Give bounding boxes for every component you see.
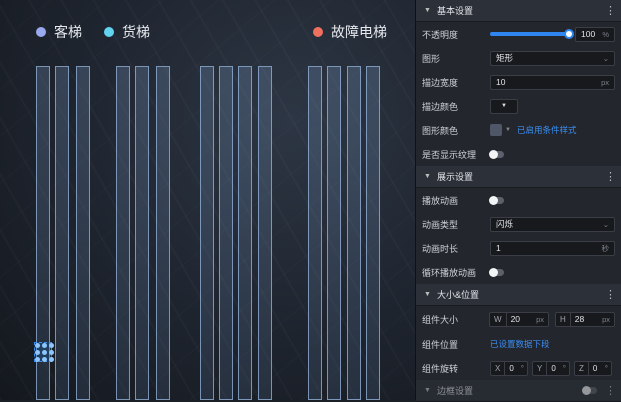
anim-type-row: 动画类型 闪烁 ⌄ — [416, 212, 621, 236]
chevron-down-icon: ⌄ — [602, 53, 609, 63]
legend-label: 故障电梯 — [331, 25, 387, 41]
anim-duration-input[interactable]: 1秒 — [490, 240, 615, 256]
elevator-shaft-bar[interactable] — [55, 66, 69, 400]
border-toggle[interactable] — [582, 386, 597, 395]
more-options-icon[interactable]: ⋮ — [605, 4, 616, 17]
shape-label: 图形 — [422, 53, 441, 64]
size-row: 组件大小 W 20 px H 28 px — [416, 306, 621, 332]
caret-down-icon: ▼ — [501, 103, 507, 109]
elevator-shaft-bar[interactable] — [347, 66, 361, 400]
rotation-row: 组件旋转 X 0 ° Y 0 ° Z 0 ° — [416, 356, 621, 380]
elevator-shaft-bar[interactable] — [200, 66, 214, 400]
preview-canvas: 客梯 货梯 故障电梯 — [0, 0, 415, 400]
stroke-color-row: 描边颜色 ▼ — [416, 94, 621, 118]
data-position-link[interactable]: 已设置数据下段 — [490, 338, 550, 350]
fill-color-label: 图形颜色 — [422, 125, 459, 136]
stroke-color-picker[interactable]: ▼ — [490, 98, 518, 114]
texture-toggle[interactable] — [489, 149, 504, 159]
size-label: 组件大小 — [422, 314, 459, 325]
slider-knob[interactable] — [564, 29, 574, 39]
anim-duration-label: 动画时长 — [422, 243, 459, 254]
section-title: 基本设置 — [436, 6, 473, 16]
animate-row: 播放动画 — [416, 188, 621, 212]
elevator-shaft-bar[interactable] — [135, 66, 149, 400]
collapse-triangle-icon[interactable]: ▼ — [424, 7, 431, 14]
section-title: 边框设置 — [436, 386, 473, 396]
caret-down-icon: ▼ — [505, 127, 511, 133]
height-input[interactable]: H 28 px — [555, 311, 615, 327]
width-input[interactable]: W 20 px — [489, 311, 549, 327]
legend-label: 货梯 — [122, 25, 150, 41]
legend-item-passenger: 客梯 — [36, 22, 82, 42]
animate-label: 播放动画 — [422, 195, 459, 206]
section-header-display[interactable]: ▼ 展示设置 ⋮ — [416, 166, 621, 188]
loop-row: 循环播放动画 — [416, 260, 621, 284]
property-panel: ▼ 基本设置 ⋮ 不透明度 100% 图形 矩形 ⌄ 描边宽度 10 px 描边… — [415, 0, 621, 402]
legend-label: 客梯 — [54, 25, 82, 41]
elevator-shaft-bar[interactable] — [327, 66, 341, 400]
collapse-triangle-icon[interactable]: ▼ — [424, 387, 431, 394]
section-header-border[interactable]: ▼ 边框设置 ⋮ — [416, 380, 621, 402]
section-title: 展示设置 — [436, 172, 473, 182]
elevator-shaft-bar[interactable] — [258, 66, 272, 400]
legend-dot-icon — [36, 27, 46, 37]
elevator-shaft-bar[interactable] — [366, 66, 380, 400]
rotation-x-input[interactable]: X 0 ° — [490, 360, 528, 376]
collapse-triangle-icon[interactable]: ▼ — [424, 291, 431, 298]
color-swatch — [490, 124, 502, 136]
more-options-icon[interactable]: ⋮ — [605, 384, 616, 397]
elevator-shaft-bar[interactable] — [308, 66, 322, 400]
position-label: 组件位置 — [422, 339, 459, 350]
fill-color-picker[interactable]: ▼ — [490, 124, 511, 136]
elevator-shaft-bar[interactable] — [219, 66, 233, 400]
legend-dot-icon — [313, 27, 323, 37]
more-options-icon[interactable]: ⋮ — [605, 170, 616, 183]
anim-duration-row: 动画时长 1秒 — [416, 236, 621, 260]
stroke-color-label: 描边颜色 — [422, 101, 459, 112]
rotation-label: 组件旋转 — [422, 363, 459, 374]
animate-toggle[interactable] — [489, 195, 504, 205]
anim-type-select[interactable]: 闪烁 ⌄ — [490, 216, 615, 232]
section-header-basic[interactable]: ▼ 基本设置 ⋮ — [416, 0, 621, 22]
position-row: 组件位置 已设置数据下段 — [416, 332, 621, 356]
stroke-width-input[interactable]: 10 px — [490, 74, 615, 90]
legend-item-freight: 货梯 — [104, 22, 150, 42]
shape-select[interactable]: 矩形 ⌄ — [490, 50, 615, 66]
elevator-shaft-bar[interactable] — [156, 66, 170, 400]
stroke-width-label: 描边宽度 — [422, 77, 459, 88]
selected-component-handle[interactable] — [34, 342, 54, 362]
rotation-y-input[interactable]: Y 0 ° — [532, 360, 570, 376]
anim-type-label: 动画类型 — [422, 219, 459, 230]
loop-toggle[interactable] — [489, 267, 504, 277]
rotation-z-input[interactable]: Z 0 ° — [574, 360, 612, 376]
collapse-triangle-icon[interactable]: ▼ — [424, 173, 431, 180]
more-options-icon[interactable]: ⋮ — [605, 288, 616, 301]
elevator-shaft-bar[interactable] — [238, 66, 252, 400]
opacity-row: 不透明度 100% — [416, 22, 621, 46]
legend-item-fault: 故障电梯 — [313, 22, 387, 42]
chevron-down-icon: ⌄ — [602, 219, 609, 229]
opacity-input[interactable]: 100% — [575, 26, 615, 42]
conditional-style-link[interactable]: 已启用条件样式 — [517, 124, 577, 136]
texture-label: 是否显示纹理 — [422, 149, 477, 160]
elevator-shaft-bar[interactable] — [116, 66, 130, 400]
elevator-shaft-bar[interactable] — [76, 66, 90, 400]
fill-color-row: 图形颜色 ▼ 已启用条件样式 — [416, 118, 621, 142]
shape-row: 图形 矩形 ⌄ — [416, 46, 621, 70]
legend-dot-icon — [104, 27, 114, 37]
loop-label: 循环播放动画 — [422, 267, 477, 278]
stroke-width-row: 描边宽度 10 px — [416, 70, 621, 94]
section-header-size[interactable]: ▼ 大小&位置 ⋮ — [416, 284, 621, 306]
opacity-slider[interactable] — [490, 29, 574, 39]
section-title: 大小&位置 — [436, 290, 479, 300]
texture-row: 是否显示纹理 — [416, 142, 621, 166]
opacity-label: 不透明度 — [422, 29, 459, 40]
